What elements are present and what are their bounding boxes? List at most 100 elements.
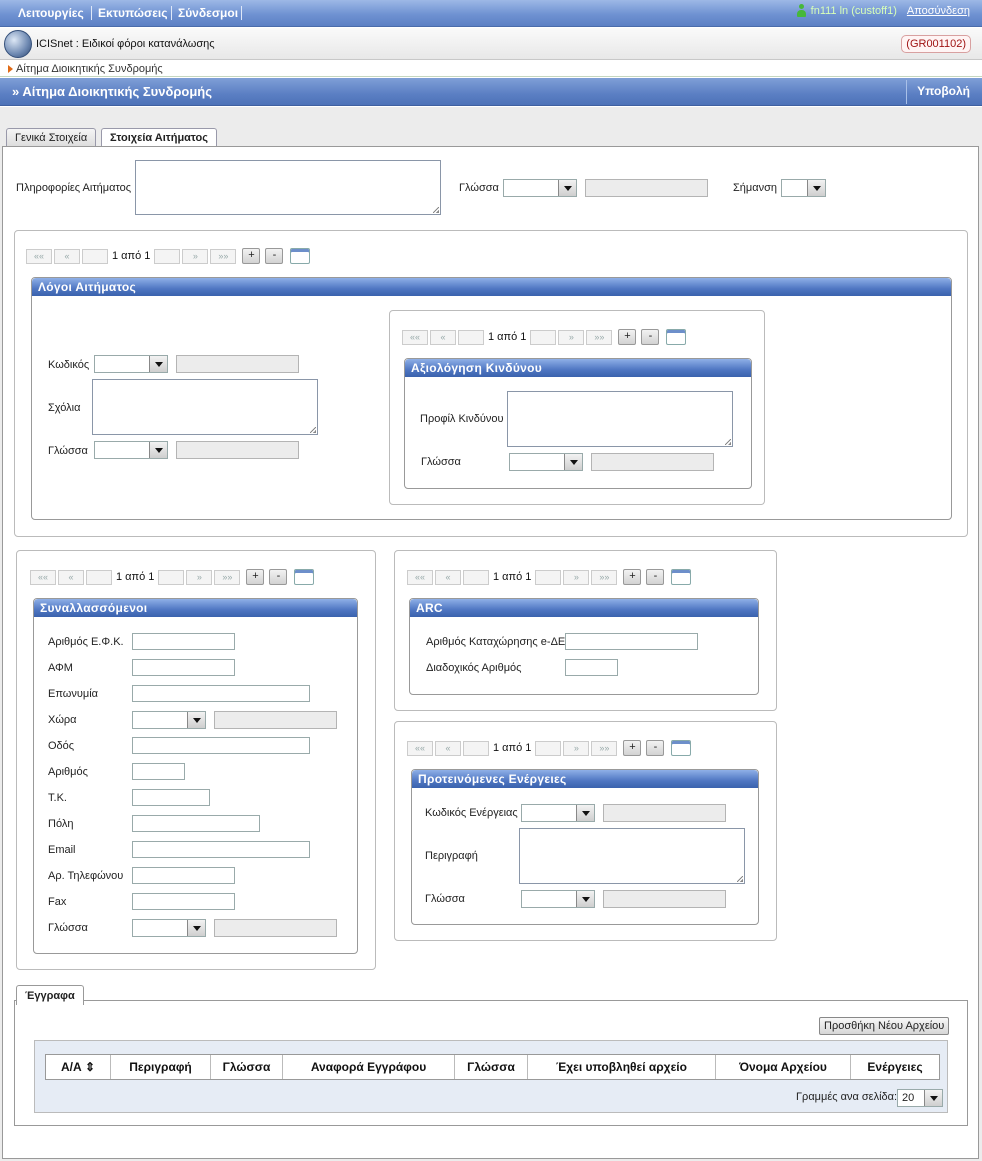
remove-record-button[interactable]: - — [646, 569, 665, 585]
street-input[interactable] — [132, 737, 310, 754]
add-record-button[interactable]: + — [246, 569, 265, 585]
vat-number-input[interactable] — [132, 659, 235, 676]
chevron-down-icon[interactable] — [807, 180, 825, 196]
documents-table-header: Α/Α ⇕ Περιγραφή Γλώσσα Αναφορά Εγγράφου … — [45, 1054, 940, 1080]
language-select[interactable] — [94, 441, 168, 459]
submit-button[interactable]: Υποβολή — [917, 84, 970, 98]
phone-input[interactable] — [132, 867, 235, 884]
chevron-down-icon[interactable] — [576, 891, 594, 907]
tab-documents[interactable]: Έγγραφα — [16, 985, 84, 1005]
language-select[interactable] — [521, 890, 595, 908]
tab-request-details[interactable]: Στοιχεία Αιτήματος — [101, 128, 217, 148]
language-label: Γλώσσα — [48, 922, 88, 934]
chevron-down-icon[interactable] — [149, 356, 167, 372]
first-page-button[interactable]: «« — [407, 569, 433, 585]
add-record-button[interactable]: + — [242, 248, 261, 264]
menu-links[interactable]: Σύνδεσμοι — [178, 6, 238, 20]
comments-textarea[interactable] — [92, 379, 318, 435]
risk-profile-textarea[interactable] — [507, 391, 733, 447]
vat-number-label: ΑΦΜ — [48, 662, 73, 674]
prev-page-button[interactable]: « — [435, 740, 461, 756]
last-page-button[interactable]: »» — [591, 569, 618, 585]
column-header-index[interactable]: Α/Α ⇕ — [46, 1055, 111, 1079]
email-label: Email — [48, 844, 76, 856]
company-name-input[interactable] — [132, 685, 310, 702]
next-page-button[interactable]: » — [558, 329, 585, 345]
fax-input[interactable] — [132, 893, 235, 910]
city-input[interactable] — [132, 815, 260, 832]
next-page-button[interactable]: » — [186, 569, 213, 585]
marking-select[interactable] — [781, 179, 826, 197]
prev-page-button[interactable]: « — [58, 569, 84, 585]
postcode-input[interactable] — [132, 789, 210, 806]
action-code-description — [603, 804, 726, 822]
prev-page-button[interactable]: « — [435, 569, 461, 585]
remove-record-button[interactable]: - — [641, 329, 660, 345]
language-select[interactable] — [509, 453, 583, 471]
add-record-button[interactable]: + — [623, 740, 642, 756]
prev-page-button[interactable]: « — [54, 248, 80, 264]
logout-link[interactable]: Αποσύνδεση — [907, 5, 970, 17]
column-header-description: Περιγραφή — [111, 1055, 211, 1079]
excise-number-input[interactable] — [132, 633, 235, 650]
rows-per-page-select[interactable]: 20 — [897, 1089, 943, 1107]
action-description-textarea[interactable] — [519, 828, 745, 884]
last-page-button[interactable]: »» — [591, 740, 618, 756]
remove-record-button[interactable]: - — [646, 740, 665, 756]
remove-record-button[interactable]: - — [265, 248, 284, 264]
chevron-down-icon[interactable] — [187, 920, 205, 936]
add-file-button[interactable]: Προσθήκη Νέου Αρχείου — [819, 1017, 950, 1035]
chevron-down-icon[interactable] — [558, 180, 576, 196]
section-title: Συναλλασσόμενοι — [34, 599, 357, 617]
first-page-button[interactable]: «« — [30, 569, 56, 585]
page-box — [463, 740, 489, 756]
code-select[interactable] — [94, 355, 168, 373]
column-header-file-name: Όνομα Αρχείου — [716, 1055, 851, 1079]
country-select[interactable] — [132, 711, 206, 729]
add-record-button[interactable]: + — [618, 329, 637, 345]
menu-operations[interactable]: Λειτουργίες — [18, 6, 84, 20]
chevron-down-icon[interactable] — [564, 454, 582, 470]
prev-page-button[interactable]: « — [430, 329, 456, 345]
last-page-button[interactable]: »» — [214, 569, 241, 585]
chevron-down-icon[interactable] — [576, 805, 594, 821]
next-page-button[interactable]: » — [182, 248, 209, 264]
chevron-down-icon[interactable] — [924, 1090, 942, 1106]
action-code-select[interactable] — [521, 804, 595, 822]
risk-profile-label: Προφίλ Κινδύνου — [420, 413, 504, 425]
first-page-button[interactable]: «« — [407, 740, 433, 756]
next-page-button[interactable]: » — [563, 569, 590, 585]
first-page-button[interactable]: «« — [26, 248, 52, 264]
chevron-down-icon[interactable] — [149, 442, 167, 458]
language-label: Γλώσσα — [421, 456, 461, 468]
arc-reg-input[interactable] — [565, 633, 698, 650]
language-select[interactable] — [503, 179, 577, 197]
chevron-down-icon[interactable] — [187, 712, 205, 728]
sequence-number-input[interactable] — [565, 659, 618, 676]
tab-general-info[interactable]: Γενικά Στοιχεία — [6, 128, 97, 147]
language-select[interactable] — [132, 919, 206, 937]
first-page-button[interactable]: «« — [402, 329, 428, 345]
user-icon — [796, 4, 807, 17]
breadcrumb-item[interactable]: Αίτημα Διοικητικής Συνδρομής — [16, 63, 163, 75]
window-icon[interactable] — [294, 569, 315, 585]
remove-record-button[interactable]: - — [269, 569, 288, 585]
window-icon[interactable] — [290, 248, 311, 264]
page-indicator: 1 από 1 — [493, 742, 532, 754]
section-title: Αξιολόγηση Κινδύνου — [405, 359, 751, 377]
last-page-button[interactable]: »» — [586, 329, 613, 345]
add-record-button[interactable]: + — [623, 569, 642, 585]
last-page-button[interactable]: »» — [210, 248, 237, 264]
menu-prints[interactable]: Εκτυπώσεις — [98, 6, 168, 20]
window-icon[interactable] — [666, 329, 687, 345]
window-icon[interactable] — [671, 569, 692, 585]
language-description — [176, 441, 299, 459]
email-field[interactable] — [132, 841, 310, 858]
request-info-textarea[interactable] — [135, 160, 441, 215]
divider — [906, 80, 907, 104]
page-box — [458, 329, 484, 345]
next-page-button[interactable]: » — [563, 740, 590, 756]
window-icon[interactable] — [671, 740, 692, 756]
street-number-input[interactable] — [132, 763, 185, 780]
page-indicator: 1 από 1 — [493, 571, 532, 583]
